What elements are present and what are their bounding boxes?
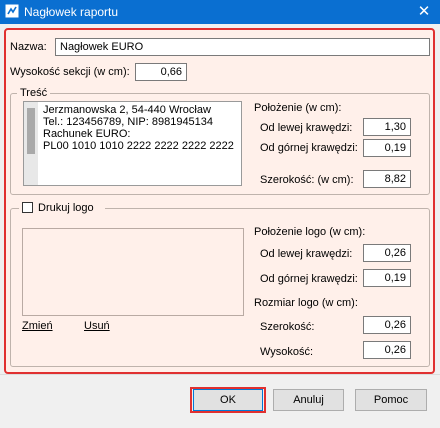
logo-top-label: Od górnej krawędzi:: [260, 273, 358, 285]
logo-left-input[interactable]: 0,26: [363, 244, 411, 262]
change-logo-link[interactable]: Zmień: [22, 320, 53, 332]
app-icon: [5, 4, 19, 18]
content-top-label: Od górnej krawędzi:: [260, 142, 358, 154]
content-line: PL00 1010 1010 2222 2222 2222 2222: [43, 140, 234, 152]
section-height-input[interactable]: 0,66: [135, 63, 187, 81]
help-button[interactable]: Pomoc: [355, 389, 427, 411]
content-line: Tel.: 123456789, NIP: 8981945134: [43, 116, 214, 128]
content-legend: Treść: [17, 87, 51, 99]
logo-width-label: Szerokość:: [260, 321, 315, 333]
content-line: Rachunek EURO:: [43, 128, 131, 140]
logo-height-label: Wysokość:: [260, 346, 314, 358]
textarea-scroll-thumb[interactable]: [27, 108, 35, 154]
close-icon[interactable]: ✕: [414, 2, 434, 22]
print-logo-checkbox[interactable]: [22, 202, 33, 213]
title-bar: Nagłowek raportu ✕: [0, 0, 440, 24]
ok-button[interactable]: OK: [193, 389, 263, 411]
logo-top-input[interactable]: 0,19: [363, 269, 411, 287]
logo-legend: Drukuj logo: [19, 202, 105, 215]
logo-position-label: Położenie logo (w cm):: [254, 226, 366, 238]
window-title: Nagłowek raportu: [24, 5, 119, 19]
logo-width-input[interactable]: 0,26: [363, 316, 411, 334]
section-height-label: Wysokość sekcji (w cm):: [10, 66, 130, 78]
logo-preview: [22, 228, 244, 316]
textarea-gutter: [24, 102, 38, 185]
content-top-input[interactable]: 0,19: [363, 139, 411, 157]
content-width-input[interactable]: 8,82: [363, 170, 411, 188]
content-line: Jerzmanowska 2, 54-440 Wrocław: [43, 104, 211, 116]
delete-logo-link[interactable]: Usuń: [84, 320, 110, 332]
content-left-label: Od lewej krawędzi:: [260, 122, 353, 134]
content-position-label: Położenie (w cm):: [254, 102, 342, 114]
content-textarea[interactable]: Jerzmanowska 2, 54-440 Wrocław Tel.: 123…: [23, 101, 242, 186]
content-width-label: Szerokość: (w cm):: [260, 174, 354, 186]
name-label: Nazwa:: [10, 41, 47, 53]
print-logo-label: Drukuj logo: [38, 202, 94, 214]
logo-left-label: Od lewej krawędzi:: [260, 248, 353, 260]
logo-size-label: Rozmiar logo (w cm):: [254, 297, 358, 309]
content-left-input[interactable]: 1,30: [363, 118, 411, 136]
name-input[interactable]: Nagłowek EURO: [55, 38, 430, 56]
logo-height-input[interactable]: 0,26: [363, 341, 411, 359]
cancel-button[interactable]: Anuluj: [273, 389, 344, 411]
content-text: Jerzmanowska 2, 54-440 Wrocław Tel.: 123…: [43, 104, 234, 152]
